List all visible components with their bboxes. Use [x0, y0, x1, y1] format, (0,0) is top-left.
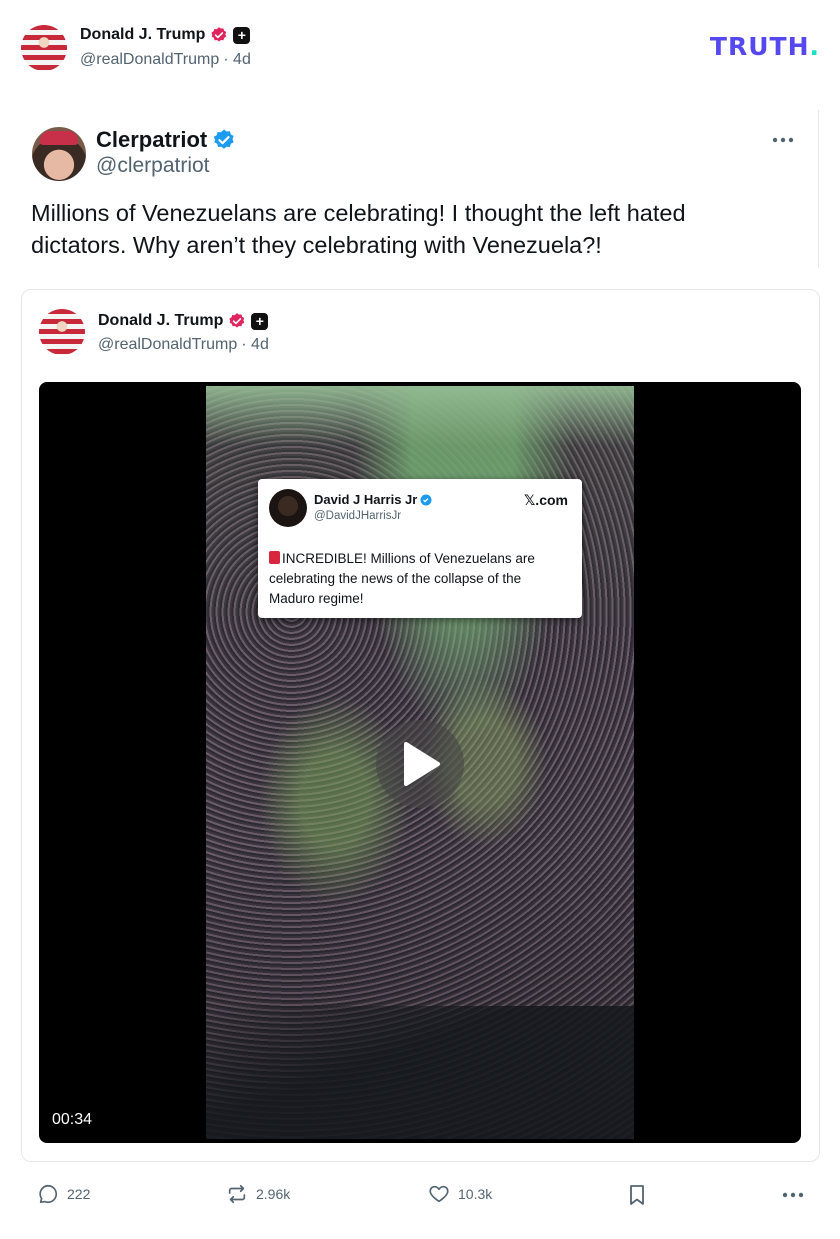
like-button[interactable]: 10.3k: [428, 1183, 492, 1205]
post-time[interactable]: · 4d: [223, 51, 251, 69]
post-more-button[interactable]: [780, 1187, 806, 1203]
bookmark-button[interactable]: [627, 1183, 647, 1207]
verified-badge-icon: [420, 494, 432, 506]
more-dots-icon: [772, 137, 794, 143]
embedded-source: 𝕏.com: [524, 492, 568, 508]
reply-button[interactable]: 222: [37, 1183, 90, 1205]
author-avatar[interactable]: [21, 25, 67, 71]
quoted-author-name[interactable]: Donald J. Trump: [98, 312, 223, 330]
embedded-name: David J Harris Jr: [314, 492, 418, 507]
quoted-post-time[interactable]: · 4d: [241, 336, 269, 354]
play-icon: [404, 742, 440, 786]
more-dots-icon: [782, 1192, 804, 1198]
repost-author-name[interactable]: Clerpatriot: [96, 127, 207, 153]
author-name[interactable]: Donald J. Trump: [80, 26, 205, 44]
author-meta: @realDonaldTrump · 4d: [80, 51, 251, 69]
embedded-post: David J Harris Jr @DavidJHarrisJr 𝕏.com …: [258, 479, 582, 618]
verified-badge-icon: [210, 26, 228, 44]
divider: [818, 110, 819, 268]
embedded-text: INCREDIBLE! Millions of Venezuelans are …: [269, 551, 535, 606]
quoted-author-avatar[interactable]: [39, 309, 85, 355]
verified-badge-icon: [228, 312, 246, 330]
repost-text: Millions of Venezuelans are celebrating!…: [31, 200, 686, 258]
author-name-row: Donald J. Trump +: [80, 25, 251, 45]
video-player[interactable]: David J Harris Jr @DavidJHarrisJr 𝕏.com …: [39, 382, 801, 1143]
repost-more-button[interactable]: [770, 130, 796, 150]
repost-count: 2.96k: [256, 1186, 291, 1202]
repost-author-handle[interactable]: @clerpatriot: [96, 154, 210, 178]
quoted-author-handle[interactable]: @realDonaldTrump: [98, 336, 237, 354]
heart-icon: [429, 1185, 449, 1203]
embedded-handle: @DavidJHarrisJr: [314, 510, 402, 522]
logo-text: TRUTH: [709, 32, 810, 61]
embedded-avatar: [269, 489, 307, 527]
video-duration: 00:34: [52, 1111, 93, 1128]
bookmark-icon: [630, 1185, 644, 1205]
truth-social-logo[interactable]: TRUTH.: [710, 32, 820, 61]
quoted-name-row: Donald J. Trump +: [98, 311, 269, 331]
siren-icon: [269, 551, 280, 564]
reply-icon: [39, 1184, 58, 1204]
logo-dot: .: [809, 32, 820, 61]
repost-author-avatar[interactable]: [32, 127, 86, 181]
verified-badge-icon: [212, 128, 236, 152]
author-handle[interactable]: @realDonaldTrump: [80, 51, 219, 69]
reply-count: 222: [67, 1186, 91, 1202]
embedded-name-row: David J Harris Jr: [314, 492, 432, 507]
plus-badge-icon: +: [233, 26, 251, 44]
repost-name-row: Clerpatriot: [96, 127, 236, 153]
embedded-text-wrap: INCREDIBLE! Millions of Venezuelans are …: [269, 549, 569, 609]
like-count: 10.3k: [458, 1186, 493, 1202]
quoted-meta: @realDonaldTrump · 4d: [98, 336, 269, 354]
plus-badge-icon: +: [251, 312, 269, 330]
repost-button[interactable]: 2.96k: [226, 1183, 290, 1205]
repost-icon: [228, 1184, 246, 1204]
play-button[interactable]: [376, 720, 464, 808]
